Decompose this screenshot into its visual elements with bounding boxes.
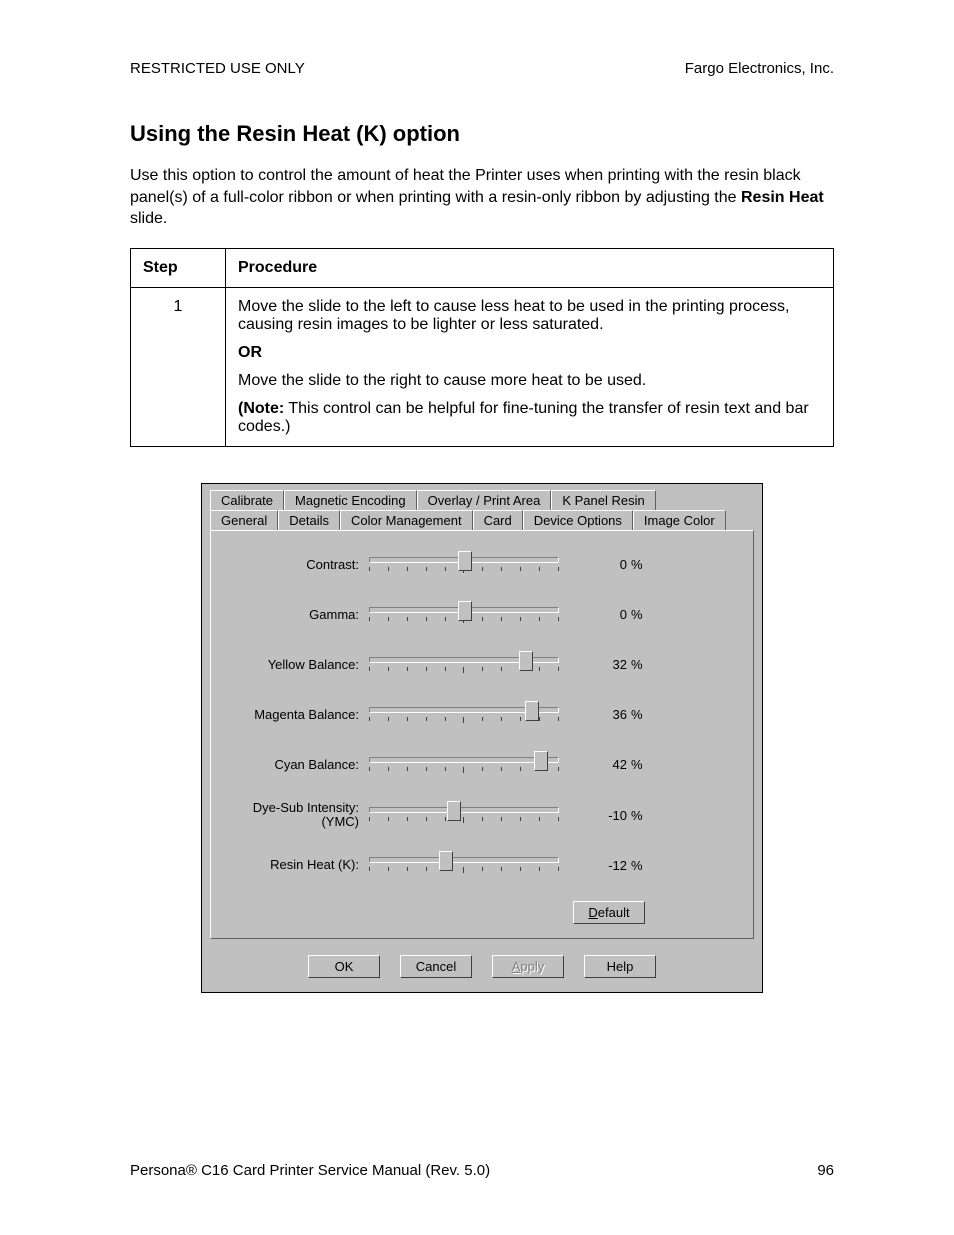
tabs-row-1: CalibrateMagnetic EncodingOverlay / Prin… (202, 484, 762, 510)
slider-thumb[interactable] (534, 751, 548, 771)
slider[interactable] (369, 601, 559, 629)
table-head-row: Step Procedure (131, 248, 834, 287)
apply-button[interactable]: Apply (492, 955, 564, 978)
slider-row-magenta-balance-: Magenta Balance: 36% (229, 701, 735, 729)
slider-value: -12 (559, 858, 627, 873)
slider-label: Resin Heat (K): (229, 858, 369, 872)
page-footer: Persona® C16 Card Printer Service Manual… (130, 1162, 834, 1179)
intro-bold: Resin Heat (741, 189, 824, 206)
procedure-note: (Note: This control can be helpful for f… (238, 400, 821, 436)
slider[interactable] (369, 801, 559, 829)
slider-thumb[interactable] (525, 701, 539, 721)
slider-unit: % (627, 808, 643, 823)
procedure-line1: Move the slide to the left to cause less… (238, 298, 821, 334)
dialog-buttons: OK Cancel Apply Help (202, 947, 762, 992)
slider-thumb[interactable] (458, 551, 472, 571)
tab-image-color[interactable]: Image Color (633, 510, 726, 530)
slider-row-yellow-balance-: Yellow Balance: 32% (229, 651, 735, 679)
tab-general[interactable]: General (210, 510, 278, 530)
procedure-or: OR (238, 344, 821, 362)
default-btn-rest: efault (598, 905, 630, 920)
slider-label: Cyan Balance: (229, 758, 369, 772)
slider-row-contrast-: Contrast: 0% (229, 551, 735, 579)
tab-k-panel-resin[interactable]: K Panel Resin (551, 490, 655, 510)
page-header: RESTRICTED USE ONLY Fargo Electronics, I… (130, 60, 834, 77)
slider-unit: % (627, 657, 643, 672)
procedure-cell: Move the slide to the left to cause less… (226, 287, 834, 446)
slider[interactable] (369, 851, 559, 879)
help-button[interactable]: Help (584, 955, 656, 978)
tab-card[interactable]: Card (473, 510, 523, 530)
page-title: Using the Resin Heat (K) option (130, 121, 834, 147)
procedure-table: Step Procedure 1 Move the slide to the l… (130, 248, 834, 447)
tab-magnetic-encoding[interactable]: Magnetic Encoding (284, 490, 417, 510)
slider-label: Yellow Balance: (229, 658, 369, 672)
slider-label: Dye-Sub Intensity:(YMC) (229, 801, 369, 830)
col-procedure: Procedure (226, 248, 834, 287)
slider-thumb[interactable] (439, 851, 453, 871)
slider-unit: % (627, 757, 643, 772)
apply-rest: pply (520, 959, 544, 974)
tab-details[interactable]: Details (278, 510, 340, 530)
default-btn-underline: D (588, 905, 597, 920)
slider-unit: % (627, 557, 643, 572)
slider[interactable] (369, 651, 559, 679)
slider-thumb[interactable] (458, 601, 472, 621)
note-body: This control can be helpful for fine-tun… (238, 400, 809, 435)
slider[interactable] (369, 701, 559, 729)
intro-paragraph: Use this option to control the amount of… (130, 165, 834, 230)
slider[interactable] (369, 551, 559, 579)
tab-panel-image-color: Contrast:0%Gamma:0%Yellow Balance:32%Mag… (210, 530, 754, 940)
slider-row-resin-heat-k-: Resin Heat (K): -12% (229, 851, 735, 879)
slider-label: Contrast: (229, 558, 369, 572)
slider[interactable] (369, 751, 559, 779)
slider-row-gamma-: Gamma: 0% (229, 601, 735, 629)
slider-label: Magenta Balance: (229, 708, 369, 722)
slider-label: Gamma: (229, 608, 369, 622)
note-label: (Note: (238, 400, 284, 417)
table-row: 1 Move the slide to the left to cause le… (131, 287, 834, 446)
slider-value: 0 (559, 607, 627, 622)
tab-color-management[interactable]: Color Management (340, 510, 473, 530)
slider-value: 36 (559, 707, 627, 722)
slider-unit: % (627, 707, 643, 722)
col-step: Step (131, 248, 226, 287)
properties-dialog: CalibrateMagnetic EncodingOverlay / Prin… (201, 483, 763, 994)
slider-value: 0 (559, 557, 627, 572)
slider-value: -10 (559, 808, 627, 823)
slider-unit: % (627, 607, 643, 622)
slider-thumb[interactable] (447, 801, 461, 821)
intro-text-b: slide. (130, 210, 167, 227)
tabs-row-2: GeneralDetailsColor ManagementCardDevice… (202, 510, 762, 530)
footer-left: Persona® C16 Card Printer Service Manual… (130, 1162, 490, 1179)
step-number: 1 (131, 287, 226, 446)
slider-thumb[interactable] (519, 651, 533, 671)
cancel-button[interactable]: Cancel (400, 955, 472, 978)
slider-value: 42 (559, 757, 627, 772)
procedure-line2: Move the slide to the right to cause mor… (238, 372, 821, 390)
ok-button[interactable]: OK (308, 955, 380, 978)
default-button[interactable]: Default (573, 901, 645, 924)
header-left: RESTRICTED USE ONLY (130, 60, 305, 77)
slider-value: 32 (559, 657, 627, 672)
tab-calibrate[interactable]: Calibrate (210, 490, 284, 510)
slider-row-cyan-balance-: Cyan Balance: 42% (229, 751, 735, 779)
tab-device-options[interactable]: Device Options (523, 510, 633, 530)
header-right: Fargo Electronics, Inc. (685, 60, 834, 77)
slider-row-dye-sub-intensity-ymc-: Dye-Sub Intensity:(YMC) -10% (229, 801, 735, 830)
footer-right: 96 (817, 1162, 834, 1179)
intro-text-a: Use this option to control the amount of… (130, 167, 801, 206)
slider-unit: % (627, 858, 643, 873)
tab-overlay-print-area[interactable]: Overlay / Print Area (417, 490, 552, 510)
